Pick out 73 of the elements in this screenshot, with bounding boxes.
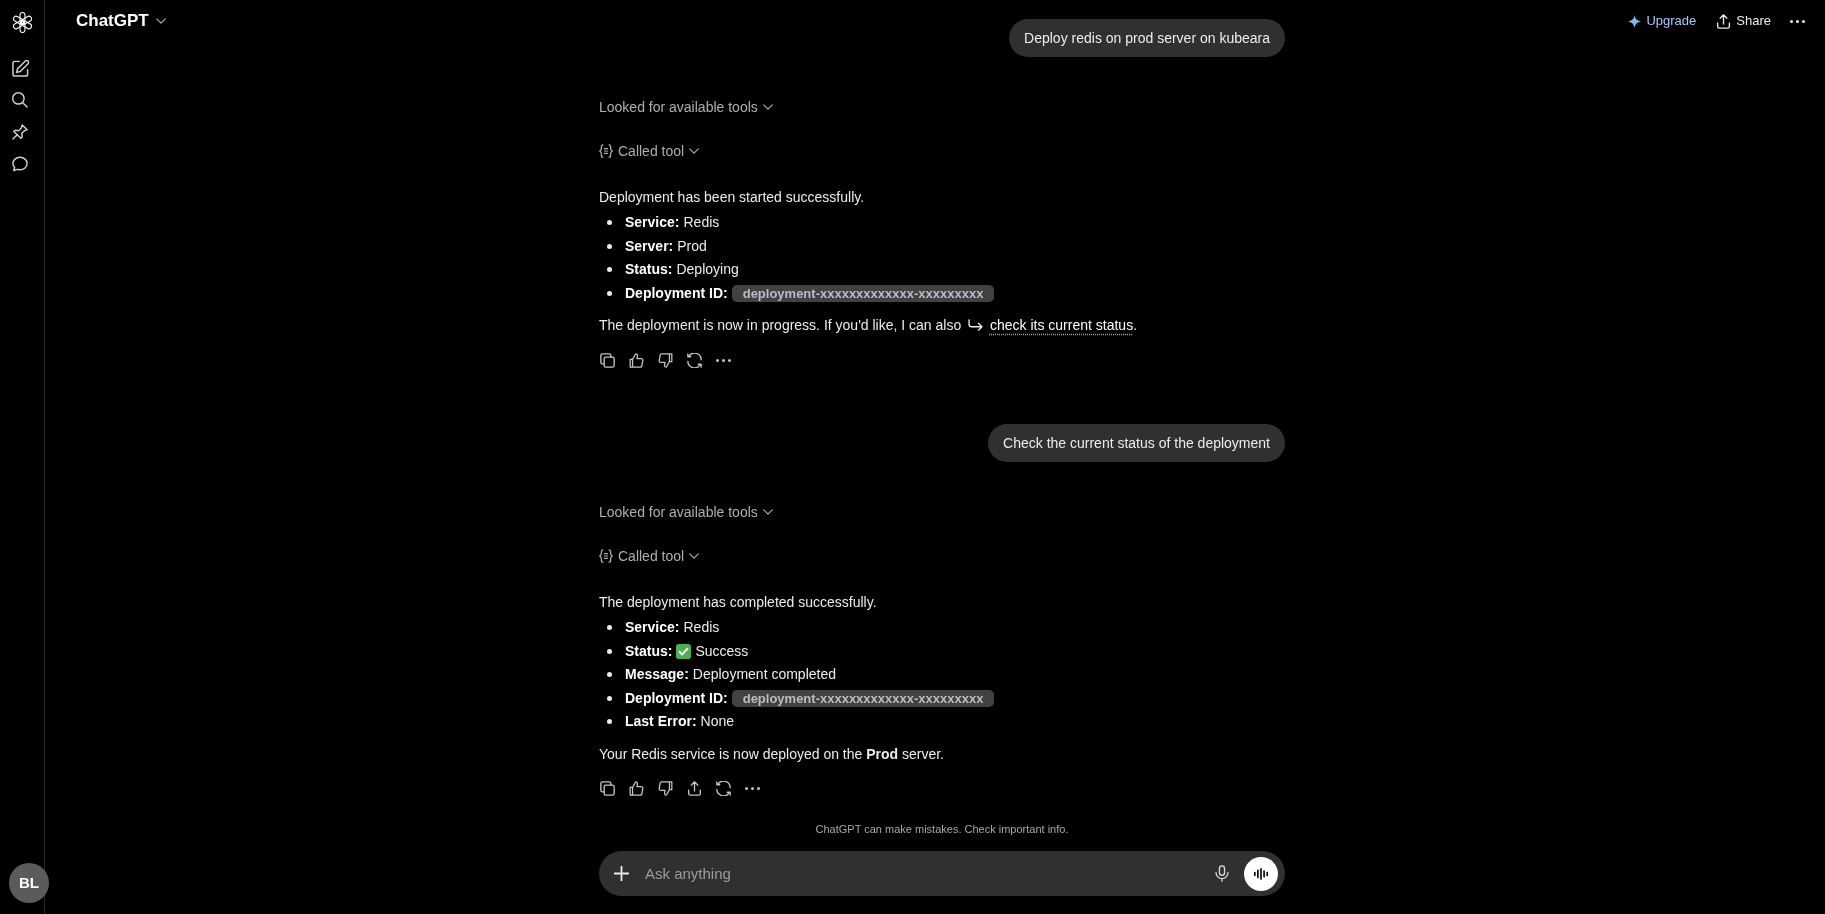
bullet-icon bbox=[607, 719, 612, 725]
message-paragraph: The deployment has completed successfully. bbox=[599, 593, 877, 612]
thumbs-up-icon bbox=[628, 781, 644, 796]
field-value: None bbox=[700, 712, 735, 732]
bullet-icon bbox=[607, 648, 612, 654]
bullet-icon bbox=[607, 290, 612, 296]
chat-bubble-icon bbox=[12, 156, 28, 172]
share-button[interactable]: Share bbox=[1708, 5, 1779, 37]
braces-list-icon bbox=[599, 144, 613, 158]
edit-icon bbox=[11, 59, 29, 77]
field-label: Deployment ID: bbox=[625, 688, 728, 708]
field-label: Service: bbox=[625, 618, 680, 638]
model-selector[interactable]: ChatGPT bbox=[68, 4, 174, 38]
disclaimer-text: ChatGPT can make mistakes. Check important info. bbox=[815, 822, 1069, 837]
braces-list-icon bbox=[599, 549, 613, 563]
bullet-icon bbox=[607, 243, 612, 249]
bullet-icon bbox=[607, 220, 612, 226]
thumbs-down-icon bbox=[657, 781, 673, 796]
upload-icon bbox=[1716, 13, 1732, 29]
bullet-icon bbox=[607, 672, 612, 678]
user-message: Check the current status of the deployment bbox=[988, 424, 1285, 462]
message-input[interactable]: Ask anything bbox=[645, 859, 1208, 888]
microphone-icon bbox=[1215, 865, 1229, 882]
field-label: Last Error: bbox=[625, 712, 697, 732]
chevron-down-icon bbox=[155, 18, 166, 24]
search-icon bbox=[12, 92, 28, 108]
copy-icon bbox=[599, 781, 615, 796]
logo-button[interactable] bbox=[11, 10, 34, 34]
pin-icon bbox=[12, 124, 28, 140]
bullet-icon bbox=[607, 625, 612, 631]
upgrade-button[interactable]: Upgrade bbox=[1620, 5, 1705, 37]
message-paragraph: Your Redis service is now deployed on the Prod server. bbox=[599, 744, 944, 764]
message-paragraph: The deployment is now in progress. If you'd like, I can also check its current status. bbox=[599, 316, 1138, 335]
thumbs-up-icon bbox=[628, 352, 644, 368]
copy-icon bbox=[599, 352, 615, 368]
bullet-icon bbox=[607, 267, 612, 273]
refresh-icon bbox=[715, 781, 731, 796]
return-arrow-icon bbox=[968, 319, 984, 331]
field-label: Deployment ID: bbox=[625, 283, 728, 303]
check-mark-icon bbox=[676, 643, 692, 659]
ellipsis-icon bbox=[744, 787, 760, 790]
message-composer[interactable]: Ask anything bbox=[599, 851, 1285, 896]
field-value: Redis bbox=[683, 213, 720, 233]
message-paragraph: Deployment has been started successfully. bbox=[599, 188, 865, 207]
ellipsis-icon bbox=[1789, 19, 1805, 23]
field-value: Success bbox=[695, 641, 749, 661]
field-value: Prod bbox=[677, 236, 707, 256]
field-label: Service: bbox=[625, 213, 680, 233]
field-label: Status: bbox=[625, 260, 673, 280]
plus-icon bbox=[613, 866, 629, 881]
upload-icon bbox=[686, 781, 702, 796]
sound-wave-icon bbox=[1254, 867, 1268, 880]
avatar[interactable]: BL bbox=[9, 863, 49, 903]
field-value: Redis bbox=[683, 618, 720, 638]
bullet-icon bbox=[607, 695, 612, 701]
sparkle-icon bbox=[1628, 14, 1642, 28]
voice-button[interactable] bbox=[1244, 856, 1278, 891]
logo-icon bbox=[12, 11, 33, 33]
thumbs-down-icon bbox=[657, 352, 673, 368]
ellipsis-icon bbox=[715, 358, 731, 362]
activity-toggle[interactable]: Called tool bbox=[599, 544, 700, 568]
activity-toggle[interactable]: Called tool bbox=[599, 139, 700, 163]
activity-toggle[interactable]: Looked for available tools bbox=[599, 500, 773, 524]
field-value: Deployment completed bbox=[692, 665, 836, 685]
field-value: Deploying bbox=[676, 260, 739, 280]
code-snippet: deployment-xxxxxxxxxxxxx-xxxxxxxxx bbox=[731, 689, 995, 707]
field-label: Message: bbox=[625, 665, 689, 685]
field-label: Server: bbox=[625, 236, 674, 256]
field-label: Status: bbox=[625, 641, 673, 661]
user-message: Deploy redis on prod server on kubeara bbox=[1009, 19, 1285, 57]
activity-toggle[interactable]: Looked for available tools bbox=[599, 95, 773, 119]
code-snippet: deployment-xxxxxxxxxxxxx-xxxxxxxxx bbox=[731, 284, 995, 302]
refresh-icon bbox=[686, 352, 702, 368]
